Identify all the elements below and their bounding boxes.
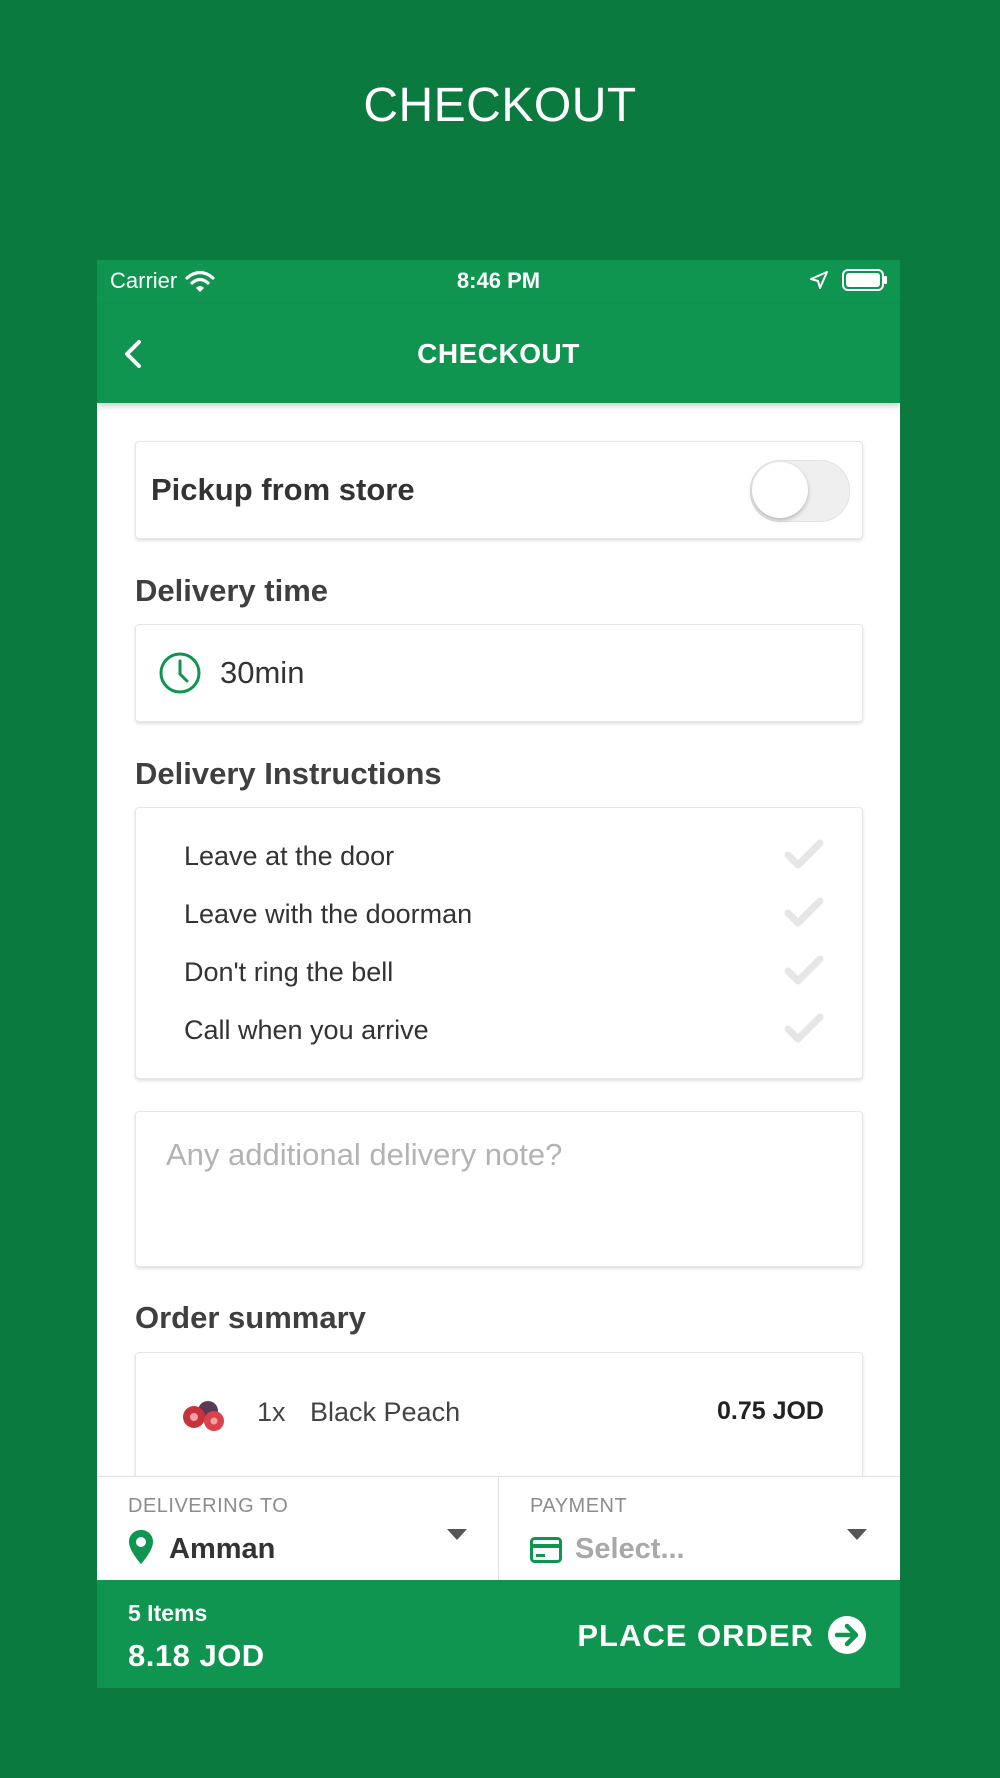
payment-caption: PAYMENT: [530, 1495, 628, 1517]
checkout-options-bar: DELIVERING TO Amman PAYMENT Select...: [97, 1476, 900, 1581]
delivery-instructions-heading: Delivery Instructions: [135, 756, 442, 791]
checkmark-icon: [784, 955, 824, 985]
items-count: 5 Items: [128, 1600, 208, 1626]
dropdown-caret-icon: [447, 1529, 467, 1540]
status-right-icons: [810, 269, 888, 291]
pickup-toggle[interactable]: [750, 460, 850, 522]
pickup-card: Pickup from store: [135, 441, 863, 539]
order-summary-heading: Order summary: [135, 1300, 366, 1335]
instruction-label: Don't ring the bell: [184, 957, 394, 987]
checkmark-icon: [784, 897, 824, 927]
delivery-time-heading: Delivery time: [135, 573, 328, 608]
order-total: 8.18 JOD: [128, 1638, 265, 1673]
payment-selector[interactable]: PAYMENT Select...: [499, 1477, 900, 1581]
delivering-to-value: Amman: [169, 1533, 276, 1565]
pickup-label: Pickup from store: [151, 472, 415, 507]
payment-value: Select...: [575, 1533, 685, 1565]
credit-card-icon: [530, 1537, 562, 1563]
nav-title: CHECKOUT: [417, 338, 580, 369]
status-bar: Carrier 8:46 PM: [97, 260, 900, 304]
instruction-label: Call when you arrive: [184, 1015, 429, 1045]
page-title: CHECKOUT: [363, 79, 637, 132]
location-arrow-icon: [810, 271, 828, 289]
instruction-label: Leave with the doorman: [184, 899, 473, 929]
clock-icon: [159, 652, 201, 694]
delivery-note-card: [135, 1111, 863, 1267]
instruction-label: Leave at the door: [184, 841, 395, 871]
nav-bar: CHECKOUT: [97, 304, 900, 403]
delivering-to-caption: DELIVERING TO: [128, 1495, 289, 1517]
battery-icon: [842, 269, 887, 291]
item-quantity: 1x: [257, 1397, 286, 1427]
arrow-right-circle-icon: [828, 1616, 866, 1654]
checkmark-icon: [784, 839, 824, 869]
phone-screen: Carrier 8:46 PM CHECKOUT Pickup from sto…: [97, 260, 900, 1688]
place-order-button[interactable]: PLACE ORDER: [540, 1580, 900, 1688]
dropdown-caret-icon: [847, 1529, 867, 1540]
place-order-label: PLACE ORDER: [577, 1618, 814, 1653]
item-price: 0.75 JOD: [716, 1397, 824, 1425]
checkmark-icon: [784, 1013, 824, 1043]
toggle-knob: [752, 462, 808, 518]
delivery-note-input[interactable]: [164, 1136, 828, 1174]
delivery-time-selector[interactable]: 30min: [135, 624, 863, 722]
delivering-to-selector[interactable]: DELIVERING TO Amman: [97, 1477, 498, 1581]
location-pin-icon: [129, 1530, 153, 1564]
delivery-time-value: 30min: [220, 655, 305, 690]
delivery-instructions-card: Leave at the door Leave with the doorman…: [135, 807, 863, 1079]
black-peach-thumbnail: [183, 1401, 224, 1431]
order-footer: 5 Items 8.18 JOD PLACE ORDER: [97, 1580, 900, 1688]
status-time: 8:46 PM: [456, 268, 541, 293]
item-name: Black Peach: [310, 1397, 461, 1427]
